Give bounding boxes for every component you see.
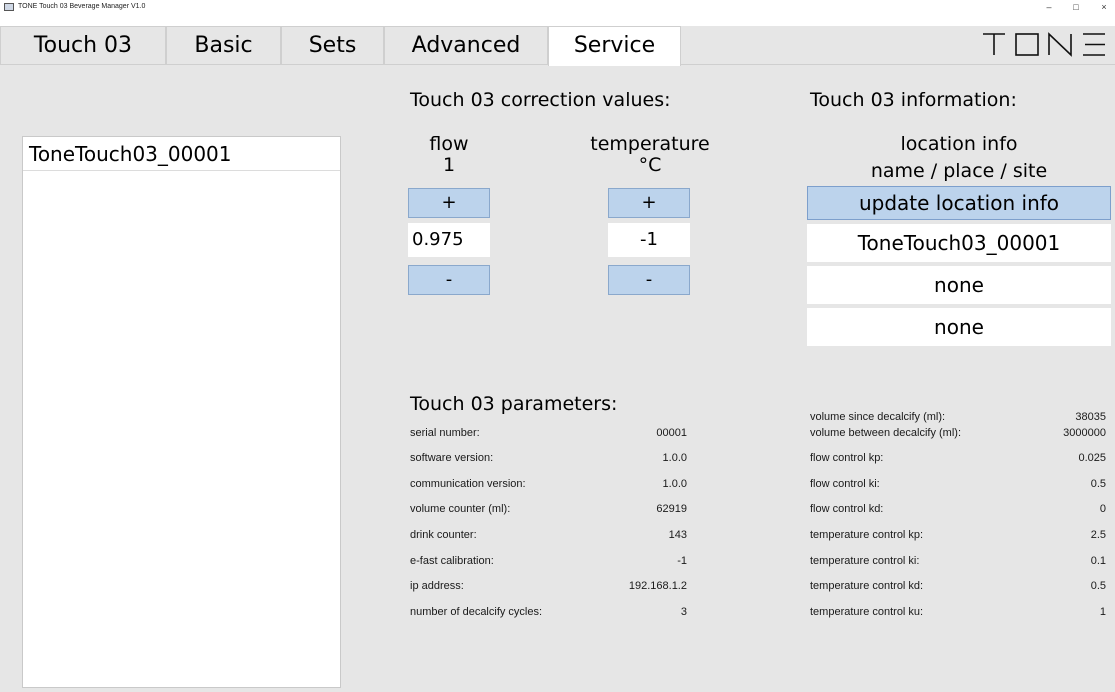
param-value: 1.0.0 (662, 478, 687, 490)
param-value: 3 (680, 606, 687, 618)
temperature-label: temperature (590, 133, 710, 155)
flow-unit: 1 (442, 154, 456, 176)
temperature-increase-button[interactable]: + (608, 188, 690, 218)
param-row: number of decalcify cycles: 3 (410, 604, 687, 620)
param-label: flow control ki: (810, 478, 880, 490)
param-row: flow control kp: 0.025 (810, 450, 1106, 466)
flow-value[interactable]: 0.975 (408, 223, 490, 257)
param-value: 62919 (656, 503, 687, 515)
maximize-button[interactable]: □ (1068, 1, 1084, 13)
param-label: e-fast calibration: (410, 555, 494, 567)
param-label: communication version: (410, 478, 526, 490)
param-value: 2.5 (1090, 529, 1106, 541)
information-title: Touch 03 information: (810, 89, 1017, 111)
flow-label: flow (429, 133, 469, 155)
minimize-button[interactable]: – (1041, 1, 1057, 13)
param-row: temperature control ku: 1 (810, 604, 1106, 620)
location-info-label: location info (900, 133, 1018, 155)
temperature-decrease-button[interactable]: - (608, 265, 690, 295)
param-row: temperature control ki: 0.1 (810, 553, 1106, 569)
param-label: volume between decalcify (ml): (810, 427, 962, 439)
flow-decrease-button[interactable]: - (408, 265, 490, 295)
param-value: 1.0.0 (662, 452, 687, 464)
update-location-info-button[interactable]: update location info (807, 186, 1111, 220)
param-value: 0.1 (1090, 555, 1106, 567)
param-row: software version: 1.0.0 (410, 450, 687, 466)
tab-service[interactable]: Service (548, 26, 681, 66)
tone-logo: TONE (981, 30, 1111, 58)
param-row: drink counter: 143 (410, 527, 687, 543)
parameters-title: Touch 03 parameters: (410, 393, 618, 415)
tab-advanced[interactable]: Advanced (384, 26, 548, 64)
param-value: 0 (1099, 503, 1106, 515)
app-icon (4, 3, 14, 11)
device-list-item[interactable]: ToneTouch03_00001 (23, 137, 340, 171)
param-row: flow control kd: 0 (810, 501, 1106, 517)
device-list[interactable]: ToneTouch03_00001 (22, 136, 341, 688)
param-value: 0.5 (1090, 478, 1106, 490)
param-label: volume since decalcify (ml): (810, 411, 946, 423)
param-label: serial number: (410, 427, 480, 439)
param-row: flow control ki: 0.5 (810, 476, 1106, 492)
param-row: serial number: 00001 (410, 425, 687, 441)
location-place-field[interactable]: none (807, 266, 1111, 304)
param-row: volume between decalcify (ml): 3000000 (810, 425, 1106, 441)
param-label: temperature control kd: (810, 580, 924, 592)
param-value: 1 (1099, 606, 1106, 618)
tab-touch-03[interactable]: Touch 03 (0, 26, 166, 64)
param-value: 00001 (656, 427, 687, 439)
param-label: number of decalcify cycles: (410, 606, 543, 618)
param-row: temperature control kd: 0.5 (810, 578, 1106, 594)
location-info-subtitle: name / place / site (870, 160, 1048, 182)
tab-basic[interactable]: Basic (166, 26, 281, 64)
location-name-field[interactable]: ToneTouch03_00001 (807, 224, 1111, 262)
param-label: temperature control kp: (810, 529, 924, 541)
correction-values-title: Touch 03 correction values: (410, 89, 671, 111)
param-value: 192.168.1.2 (628, 580, 687, 592)
flow-increase-button[interactable]: + (408, 188, 490, 218)
param-row: communication version: 1.0.0 (410, 476, 687, 492)
param-label: flow control kd: (810, 503, 884, 515)
title-bar: TONE Touch 03 Beverage Manager V1.0 – □ … (0, 0, 1115, 26)
temperature-unit: °C (638, 154, 662, 176)
param-value: 143 (668, 529, 687, 541)
temperature-value[interactable]: -1 (608, 223, 690, 257)
location-site-field[interactable]: none (807, 308, 1111, 346)
param-value: 0.025 (1078, 452, 1106, 464)
param-label: software version: (410, 452, 494, 464)
param-label: flow control kp: (810, 452, 884, 464)
param-row: volume counter (ml): 62919 (410, 501, 687, 517)
param-value: -1 (677, 555, 687, 567)
tab-sets[interactable]: Sets (281, 26, 384, 64)
window-title: TONE Touch 03 Beverage Manager V1.0 (18, 3, 146, 10)
param-label: ip address: (410, 580, 464, 592)
param-row: ip address: 192.168.1.2 (410, 578, 687, 594)
param-row: volume since decalcify (ml): 38035 (810, 409, 1106, 425)
param-row: temperature control kp: 2.5 (810, 527, 1106, 543)
logo-mark (983, 32, 1105, 57)
param-value: 38035 (1075, 411, 1106, 423)
param-label: temperature control ku: (810, 606, 924, 618)
param-row: e-fast calibration: -1 (410, 553, 687, 569)
param-label: temperature control ki: (810, 555, 920, 567)
param-value: 3000000 (1063, 427, 1106, 439)
param-value: 0.5 (1090, 580, 1106, 592)
close-button[interactable]: × (1096, 1, 1112, 13)
param-label: drink counter: (410, 529, 477, 541)
param-label: volume counter (ml): (410, 503, 511, 515)
